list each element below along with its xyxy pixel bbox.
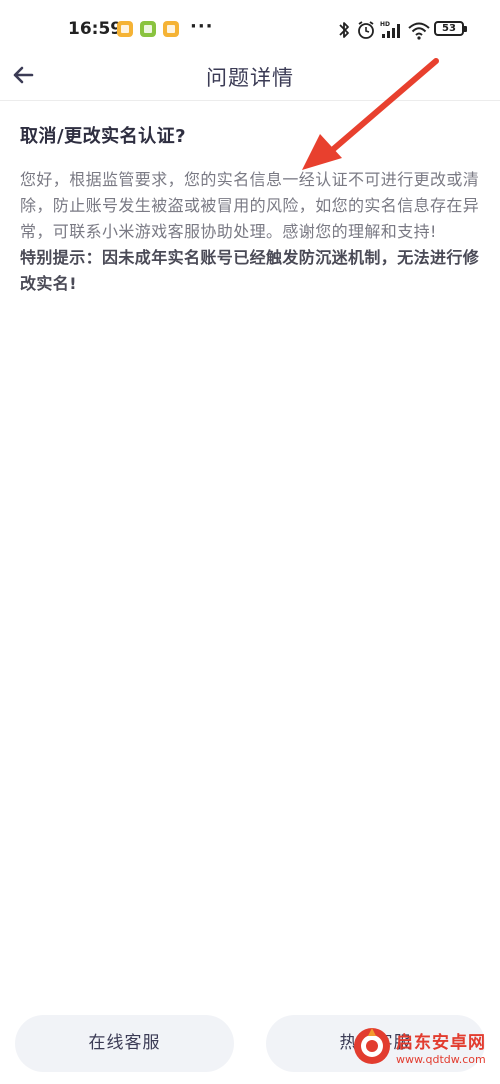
problem-detail-screen: 16:59 ··· HD 53 问题详情 取消/更改实名认证? 您好，根据监管要…	[0, 0, 500, 1084]
battery-icon: 53	[434, 21, 467, 36]
bluetooth-icon	[339, 22, 349, 38]
question-title: 取消/更改实名认证?	[20, 126, 187, 147]
watermark-logo-icon	[354, 1028, 390, 1064]
wifi-icon	[408, 22, 430, 40]
status-time: 16:59	[68, 19, 123, 39]
top-navigation-bar: 问题详情	[0, 50, 500, 101]
special-notice: 特别提示：因未成年实名账号已经触发防沉迷机制，无法进行修改实名!	[20, 248, 480, 293]
download-notification-icon	[140, 21, 156, 37]
watermark-url: www.qdtdw.com	[396, 1053, 486, 1066]
answer-body: 您好，根据监管要求，您的实名信息一经认证不可进行更改或清除，防止账号发生被盗或被…	[20, 170, 480, 241]
watermark: 启东安卓网 www.qdtdw.com	[352, 1018, 492, 1078]
more-notifications-icon: ···	[190, 16, 214, 37]
answer-text: 您好，根据监管要求，您的实名信息一经认证不可进行更改或清除，防止账号发生被盗或被…	[20, 167, 480, 297]
online-service-button[interactable]: 在线客服	[15, 1015, 234, 1072]
watermark-name: 启东安卓网	[396, 1033, 486, 1053]
hd-signal-icon: HD	[380, 21, 400, 38]
app-notification-icon	[163, 21, 179, 37]
svg-text:HD: HD	[380, 21, 390, 28]
app-notification-icon	[117, 21, 133, 37]
page-title: 问题详情	[206, 66, 294, 90]
annotation-arrow-icon	[302, 58, 439, 170]
alarm-icon	[358, 21, 374, 39]
